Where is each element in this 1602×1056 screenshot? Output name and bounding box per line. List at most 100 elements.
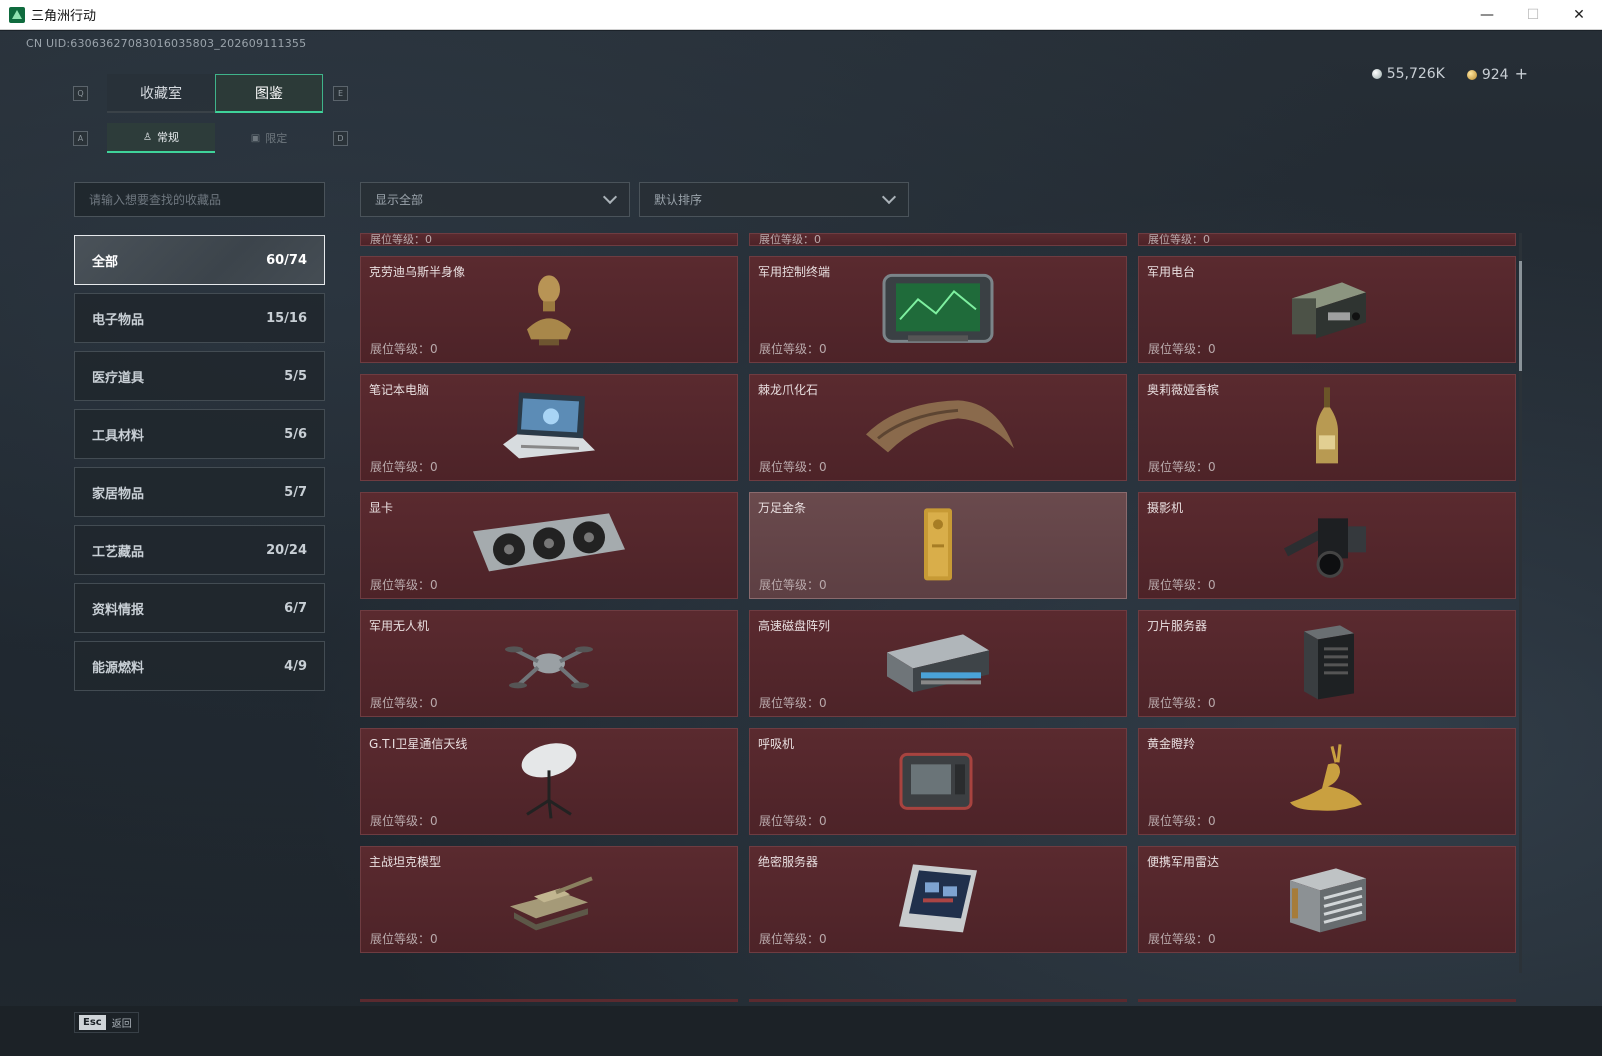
camera-icon (1247, 503, 1407, 585)
item-card[interactable]: 呼吸机 展位等级：0 (749, 728, 1127, 835)
champagne-icon (1247, 385, 1407, 467)
item-level: 展位等级：0 (370, 814, 438, 828)
item-level: 展位等级：0 (370, 460, 438, 474)
server-board-icon (858, 857, 1018, 939)
currency-bar: 55,726K 924 + (1371, 64, 1528, 83)
category-count: 5/7 (284, 484, 307, 500)
item-card-partial[interactable]: 展位等级：0 (749, 233, 1127, 246)
terminal-icon (858, 267, 1018, 349)
item-name: G.T.I卫星通信天线 (369, 737, 468, 751)
item-card[interactable]: 主战坦克模型 展位等级：0 (360, 846, 738, 953)
item-level: 展位等级：0 (759, 233, 821, 246)
item-name: 绝密服务器 (758, 855, 819, 869)
category-item-crafts[interactable]: 工艺藏品 20/24 (74, 525, 325, 575)
grid-scrollbar[interactable] (1519, 233, 1522, 973)
item-card[interactable]: 显卡 展位等级：0 (360, 492, 738, 599)
footer-bar (0, 1006, 1602, 1056)
item-card-partial[interactable] (360, 999, 738, 1002)
category-list: 全部 60/74 电子物品 15/16 医疗道具 5/5 工具材料 5/6 家居物品 5/… (74, 235, 325, 699)
item-name: 军用电台 (1147, 265, 1196, 279)
category-label: 家居物品 (92, 486, 145, 502)
maximize-button[interactable]: ☐ (1510, 0, 1556, 30)
item-card[interactable]: 军用无人机 展位等级：0 (360, 610, 738, 717)
gold-amount: 924 (1481, 67, 1509, 83)
category-item-tools[interactable]: 工具材料 5/6 (74, 409, 325, 459)
subtab-regular[interactable]: ♙ 常规 (107, 123, 215, 153)
item-card[interactable]: 军用控制终端 展位等级：0 (749, 256, 1127, 363)
category-item-energy[interactable]: 能源燃料 4/9 (74, 641, 325, 691)
user-uid: CN UID:6306362708301603​5803_20260911135… (26, 37, 307, 50)
item-card[interactable]: 摄影机 展位等级：0 (1138, 492, 1516, 599)
item-card[interactable]: 万足金条 展位等级：0 (749, 492, 1127, 599)
game-viewport: CN UID:6306362708301603​5803_20260911135… (0, 31, 1602, 1056)
item-card[interactable]: 高速磁盘阵列 展位等级：0 (749, 610, 1127, 717)
item-name: 万足金条 (758, 501, 807, 515)
tab-collection-room[interactable]: 收藏室 (107, 74, 215, 113)
category-item-medical[interactable]: 医疗道具 5/5 (74, 351, 325, 401)
filter-dropdown-value: 显示全部 (375, 193, 424, 207)
item-card[interactable]: G.T.I卫星通信天线 展位等级：0 (360, 728, 738, 835)
item-card[interactable]: 克劳迪乌斯半身像 展位等级：0 (360, 256, 738, 363)
subtab-limited[interactable]: ▣ 限定 (215, 123, 323, 153)
item-card[interactable]: 绝密服务器 展位等级：0 (749, 846, 1127, 953)
category-item-intel[interactable]: 资料情报 6/7 (74, 583, 325, 633)
sort-dropdown[interactable]: 默认排序 (639, 182, 909, 217)
item-level: 展位等级：0 (1148, 932, 1216, 946)
item-level: 展位等级：0 (1148, 460, 1216, 474)
item-name: 黄金瞪羚 (1147, 737, 1196, 751)
partial-row-top: 展位等级：0 展位等级：0 展位等级：0 (360, 233, 1516, 246)
chevron-down-icon (602, 189, 618, 205)
collection-grid[interactable]: 展位等级：0 展位等级：0 展位等级：0 克劳迪乌斯半身像 展位等级：0 军用控制终… (360, 233, 1522, 1003)
key-hint-q: Q (73, 86, 88, 101)
filter-dropdown[interactable]: 显示全部 (360, 182, 630, 217)
category-count: 15/16 (266, 310, 307, 326)
tab-catalog[interactable]: 图鉴 (215, 74, 323, 113)
item-level: 展位等级：0 (1148, 814, 1216, 828)
window-title: 三角洲行动 (31, 9, 97, 24)
item-card[interactable]: 便携军用雷达 展位等级：0 (1138, 846, 1516, 953)
item-card-partial[interactable] (1138, 999, 1516, 1002)
window-controls: — ☐ ✕ (1464, 0, 1602, 30)
item-level: 展位等级：0 (1148, 342, 1216, 356)
item-level: 展位等级：0 (370, 932, 438, 946)
radar-icon (1247, 857, 1407, 939)
limited-icon: ▣ (250, 132, 261, 144)
back-label: 返回 (111, 1019, 132, 1030)
minimize-button[interactable]: — (1464, 0, 1510, 30)
blade-server-icon (1247, 621, 1407, 703)
item-name: 笔记本电脑 (369, 383, 430, 397)
item-card[interactable]: 军用电台展位等级：0 (1138, 256, 1516, 363)
satellite-dish-icon (469, 739, 629, 821)
item-card[interactable]: 奥莉薇娅香槟 展位等级：0 (1138, 374, 1516, 481)
category-item-household[interactable]: 家居物品 5/7 (74, 467, 325, 517)
item-name: 便携军用雷达 (1147, 855, 1220, 869)
drone-icon (469, 621, 629, 703)
gold-bar-icon (858, 503, 1018, 585)
key-hint-a: A (73, 131, 88, 146)
tank-icon (469, 857, 629, 939)
category-item-all[interactable]: 全部 60/74 (74, 235, 325, 285)
item-card[interactable]: 笔记本电脑展位等级：0 (360, 374, 738, 481)
item-level: 展位等级：0 (759, 460, 827, 474)
item-name: 显卡 (369, 501, 394, 515)
search-input[interactable]: 请输入想要查找的收藏品 (74, 182, 325, 217)
subtab-limited-label: 限定 (265, 132, 288, 145)
back-button[interactable]: Esc 返回 (74, 1012, 139, 1033)
item-card-partial[interactable]: 展位等级：0 (1138, 233, 1516, 246)
item-name: 棘龙爪化石 (758, 383, 819, 397)
item-card-partial[interactable]: 展位等级：0 (360, 233, 738, 246)
esc-key: Esc (79, 1015, 106, 1030)
item-card[interactable]: 黄金瞪羚展位等级：0 (1138, 728, 1516, 835)
add-currency-button[interactable]: + (1515, 64, 1528, 83)
item-card-partial[interactable] (749, 999, 1127, 1002)
category-item-electronics[interactable]: 电子物品 15/16 (74, 293, 325, 343)
close-button[interactable]: ✕ (1556, 0, 1602, 30)
scroll-thumb[interactable] (1519, 261, 1522, 371)
item-card[interactable]: 刀片服务器 展位等级：0 (1138, 610, 1516, 717)
item-name: 高速磁盘阵列 (758, 619, 831, 633)
category-label: 电子物品 (92, 312, 145, 328)
item-name: 克劳迪乌斯半身像 (369, 265, 466, 279)
item-card-list: 克劳迪乌斯半身像 展位等级：0 军用控制终端 展位等级：0 军用电台 展位等级：0 笔记本电… (360, 256, 1516, 953)
silver-currency: 55,726K (1371, 66, 1445, 82)
item-card[interactable]: 棘龙爪化石展位等级：0 (749, 374, 1127, 481)
